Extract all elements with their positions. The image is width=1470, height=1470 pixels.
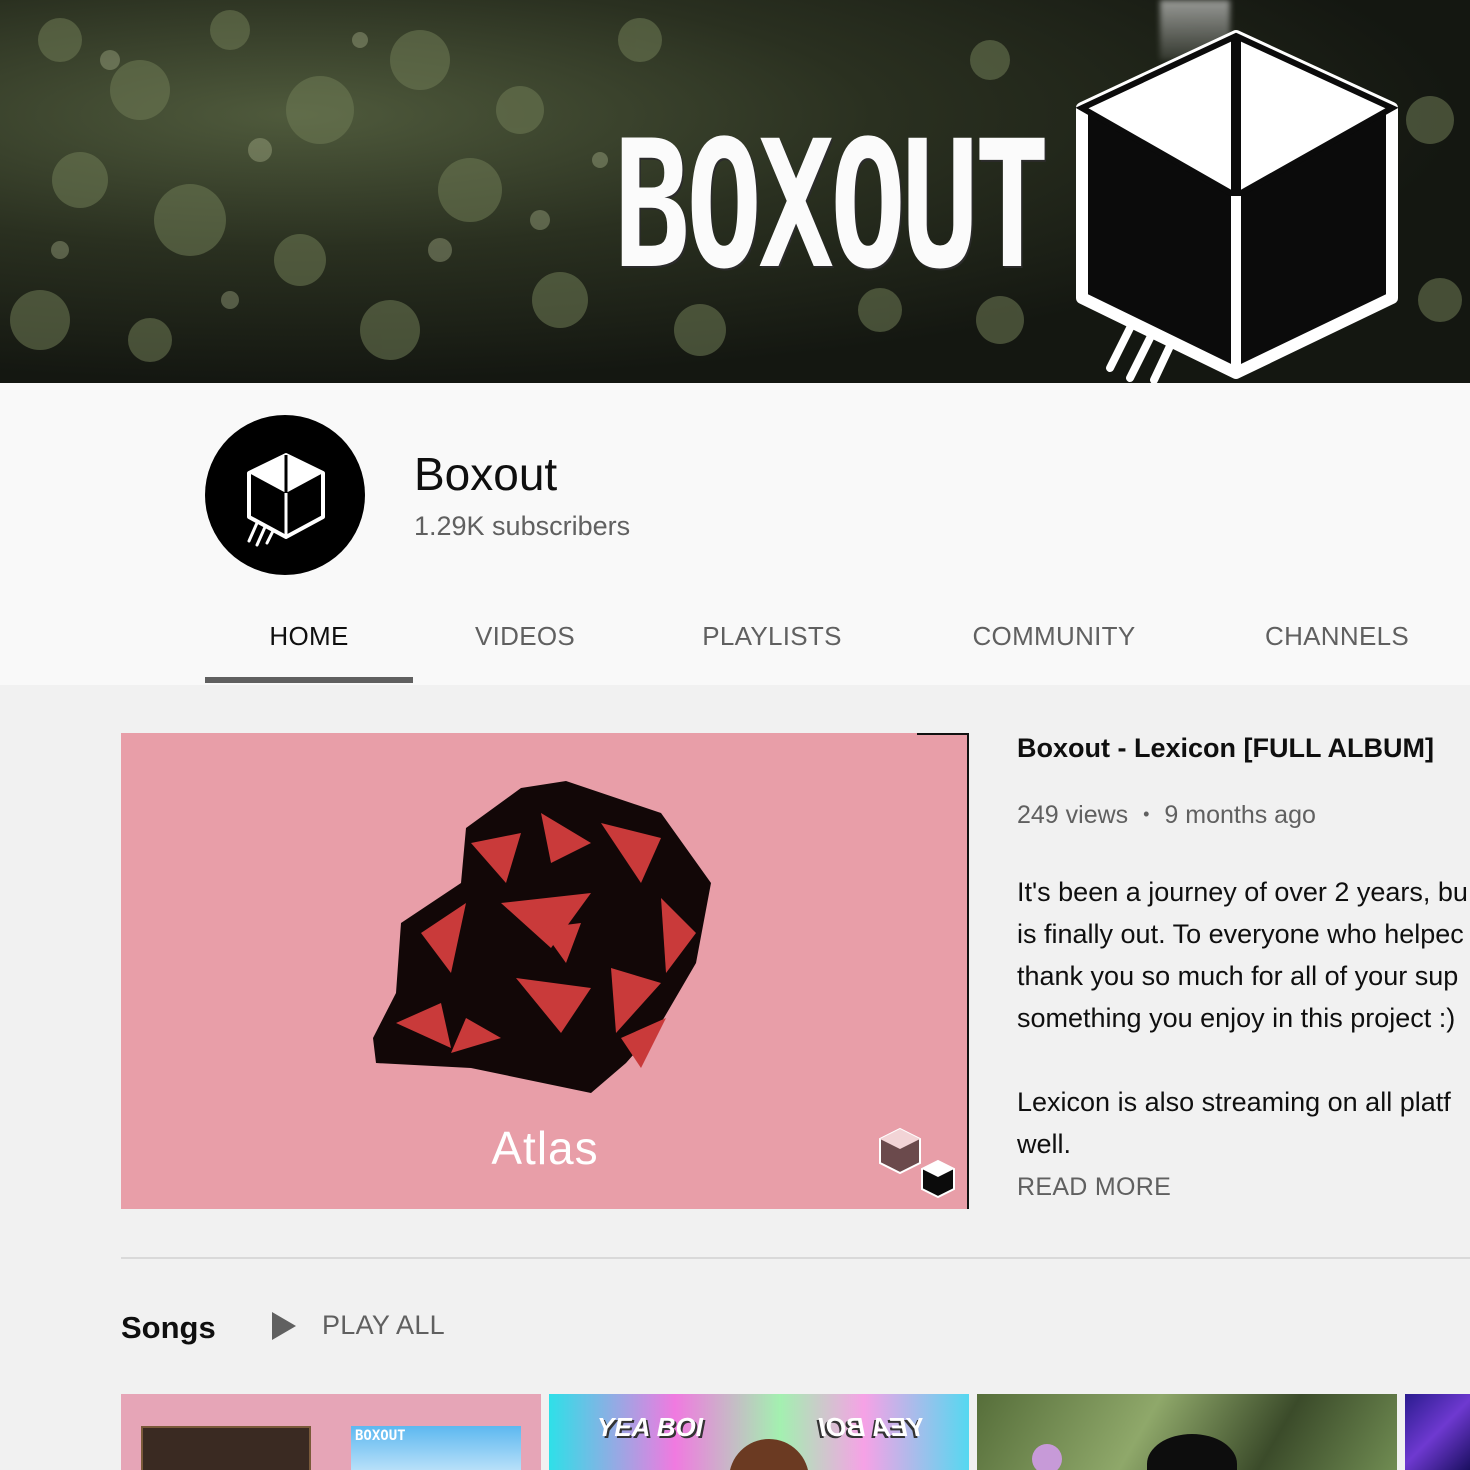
hand-shape bbox=[729, 1439, 809, 1470]
view-count: 249 views bbox=[1017, 801, 1129, 829]
featured-video-title[interactable]: Boxout - Lexicon [FULL ALBUM] bbox=[1017, 733, 1434, 764]
tab-playlists[interactable]: PLAYLISTS bbox=[655, 605, 889, 685]
boxout-cube-logo bbox=[1075, 30, 1399, 383]
flower-shape bbox=[1032, 1444, 1062, 1470]
description-line: It's been a journey of over 2 years, bu bbox=[1017, 877, 1468, 907]
shelf-title[interactable]: Songs bbox=[121, 1310, 216, 1346]
subscriber-count: 1.29K subscribers bbox=[414, 511, 631, 541]
description-line: thank you so much for all of your sup bbox=[1017, 961, 1459, 991]
song-thumbnail[interactable]: BOXOUT bbox=[121, 1394, 541, 1470]
description-line: well. bbox=[1017, 1129, 1072, 1159]
channel-header: Boxout 1.29K subscribers HOME VIDEOS PLA… bbox=[0, 383, 1470, 685]
channel-banner: BOXOUT bbox=[0, 0, 1470, 383]
tab-videos[interactable]: VIDEOS bbox=[421, 605, 629, 685]
featured-video-thumbnail[interactable]: Atlas bbox=[121, 733, 969, 1209]
upload-age: 9 months ago bbox=[1164, 801, 1316, 829]
featured-video-description: It's been a journey of over 2 years, bu … bbox=[1017, 871, 1470, 1165]
description-line bbox=[1017, 1039, 1470, 1081]
thumb-text-left: YEA BOI bbox=[597, 1412, 703, 1442]
album-art-left bbox=[141, 1426, 311, 1470]
song-thumbnail[interactable] bbox=[1405, 1394, 1470, 1470]
play-icon bbox=[272, 1311, 296, 1340]
featured-video-meta: 249 views • 9 months ago bbox=[1017, 801, 1316, 830]
album-art-text: BOXOUT bbox=[355, 1428, 406, 1444]
thumbnail-title: Atlas bbox=[491, 1122, 599, 1174]
silhouette-shape bbox=[1147, 1434, 1237, 1470]
play-all-label: PLAY ALL bbox=[322, 1310, 446, 1340]
channel-name: Boxout bbox=[414, 448, 558, 500]
tab-community[interactable]: COMMUNITY bbox=[945, 605, 1163, 685]
channel-avatar[interactable] bbox=[205, 415, 365, 575]
banner-wordmark: BOXOUT bbox=[614, 103, 1050, 308]
meta-separator: • bbox=[1143, 804, 1150, 824]
tab-home[interactable]: HOME bbox=[205, 605, 413, 685]
cube-avatar-icon bbox=[247, 453, 325, 547]
song-thumbnail[interactable] bbox=[977, 1394, 1397, 1470]
thumbnail-edge-top bbox=[917, 733, 969, 735]
song-thumbnail[interactable]: YEA BOI YEA BOI bbox=[549, 1394, 969, 1470]
read-more-button[interactable]: READ MORE bbox=[1017, 1173, 1171, 1202]
description-line: something you enjoy in this project :) bbox=[1017, 1003, 1456, 1033]
play-all-button[interactable]: PLAY ALL bbox=[272, 1310, 445, 1341]
album-art-right: BOXOUT bbox=[351, 1426, 521, 1470]
mini-cube-icon bbox=[879, 1127, 955, 1199]
thumb-text-right: YEA BOI bbox=[819, 1412, 925, 1442]
section-divider bbox=[121, 1257, 1470, 1259]
description-line: is finally out. To everyone who helpec bbox=[1017, 919, 1464, 949]
tab-channels[interactable]: CHANNELS bbox=[1241, 605, 1433, 685]
description-line: Lexicon is also streaming on all platf bbox=[1017, 1087, 1451, 1117]
thumbnail-edge bbox=[967, 733, 969, 1209]
